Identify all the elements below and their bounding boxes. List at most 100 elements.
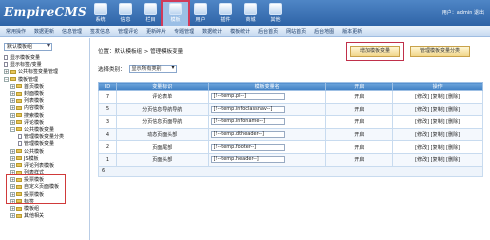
tree-item[interactable]: + 评论列表模板 [0, 162, 89, 169]
expand-icon[interactable]: + [10, 98, 15, 104]
tree-item[interactable]: + JS模板 [0, 155, 89, 162]
tree-item[interactable]: + 其他相关 [0, 212, 89, 219]
tree-item-label: 模板组 [24, 206, 40, 213]
cell-ops[interactable]: [修改] [复制] [删除] [392, 90, 483, 104]
folder-icon [16, 113, 22, 118]
tree-item[interactable]: + 评论模板 [0, 119, 89, 126]
tree-item[interactable]: + 内容模板 [0, 104, 89, 111]
subnav-item[interactable]: 签发信息 [90, 28, 110, 35]
tree-item[interactable]: 管理模板变量 [0, 140, 89, 147]
tree-item[interactable]: + 公共模板 [0, 147, 89, 155]
tree-item-label: 首页模板 [24, 83, 45, 90]
topnav-item[interactable]: 商城 [238, 2, 263, 26]
table-row: 5 分页信息导航导航 [!--temp.infoclassnav--] 开启 [修改] … [98, 102, 483, 117]
cell-enabled: 开启 [325, 115, 394, 129]
subnav-item[interactable]: 后台首页 [258, 28, 278, 35]
cell-var: [!--temp.header--] [207, 152, 327, 167]
topnav-item[interactable]: 用户 [188, 2, 213, 26]
user-info: 用户：admin 退出 [441, 10, 484, 16]
topnav-item[interactable]: 其他 [263, 2, 288, 26]
tree-item[interactable]: + 封面模板 [0, 90, 89, 97]
cell-var: [!--temp.infoname--] [207, 115, 327, 129]
subnav-item[interactable]: 常用操作 [6, 28, 26, 35]
topnav-item[interactable]: 模板 [161, 0, 190, 28]
tree-item[interactable]: + 列表模板 [0, 97, 89, 104]
cell-ops[interactable]: [修改] [复制] [删除] [392, 152, 483, 167]
var-name-field[interactable]: [!--temp.footer--] [210, 143, 285, 151]
cell-name: 页面尾部 [115, 140, 209, 154]
tree-item-label: 管理模板变量 [24, 141, 55, 148]
tree-item[interactable]: 管理模板变量分类 [0, 133, 89, 140]
cell-ops[interactable]: [修改] [复制] [删除] [392, 102, 483, 117]
expand-icon[interactable]: + [10, 119, 15, 125]
add-variable-button[interactable]: 增加模板变量 [350, 46, 400, 57]
tree-item[interactable]: 显示模板变量 [0, 54, 89, 61]
col-enabled: 开启 [325, 82, 394, 91]
nav-label: 商城 [245, 17, 256, 23]
manage-category-button[interactable]: 管理模板变量分类 [410, 46, 470, 57]
cell-id: 1 [98, 152, 117, 167]
var-name-field[interactable]: [!--temp.pl--] [210, 93, 285, 101]
subnav-item[interactable]: 数据统计 [202, 28, 222, 35]
var-name-field[interactable]: [!--temp.header--] [210, 156, 285, 164]
cell-var: [!--temp.infoclassnav--] [207, 102, 327, 117]
tree-item-label: 公共模板 [24, 148, 45, 155]
expand-icon[interactable]: + [10, 155, 15, 161]
tree-item[interactable]: + 模板组 [0, 205, 89, 212]
expand-icon[interactable]: + [4, 69, 9, 75]
tree-item[interactable]: + 公共标签变量管理 [0, 68, 89, 75]
nav-label: 插件 [220, 17, 231, 23]
tree-item-label: JS模板 [24, 155, 39, 162]
subnav-item[interactable]: 信息管理 [62, 28, 82, 35]
expand-icon[interactable]: + [10, 148, 15, 154]
topnav-item[interactable]: 栏目 [138, 2, 163, 26]
subnav-item[interactable]: 后台地图 [314, 28, 334, 35]
expand-icon[interactable]: + [10, 83, 15, 89]
expand-icon[interactable]: + [10, 162, 15, 168]
collapse-icon[interactable]: − [4, 76, 9, 82]
expand-icon[interactable]: + [10, 91, 15, 97]
expand-icon[interactable]: + [10, 112, 15, 118]
expand-icon[interactable]: + [10, 206, 15, 212]
top-header: EmpireCMS 系统 信息 栏目 模板 用户 插件 商城 其他 用户：admin 退出 [0, 0, 490, 28]
tree-item[interactable]: + 搜索模板 [0, 112, 89, 119]
cell-ops[interactable]: [修改] [复制] [删除] [392, 127, 483, 142]
var-name-field[interactable]: [!--temp.infoclassnav--] [210, 105, 285, 113]
subnav-item[interactable]: 模板统计 [230, 28, 250, 35]
topnav-item[interactable]: 插件 [213, 2, 238, 26]
tree-item[interactable]: − 公共模板变量 [0, 126, 89, 133]
category-select[interactable]: 显示所有类别 [128, 65, 177, 73]
folder-icon [16, 105, 22, 110]
template-group-select[interactable]: 默认模板组 [4, 43, 52, 51]
var-name-field[interactable]: [!--temp.infoname--] [210, 118, 285, 126]
expand-icon[interactable]: + [10, 213, 15, 219]
tree-item-label: 管理模板变量分类 [24, 134, 65, 141]
topnav-item[interactable]: 信息 [113, 2, 138, 26]
cell-ops[interactable]: [修改] [复制] [删除] [392, 115, 483, 129]
table-row: 3 分页信息页面导航 [!--temp.infoname--] 开启 [修改] [复制]… [98, 115, 483, 129]
tree-item-label: 显示模板变量 [10, 55, 41, 62]
topnav-item[interactable]: 系统 [88, 2, 113, 26]
col-name: 变量标识 [115, 82, 209, 91]
cell-ops[interactable]: [修改] [复制] [删除] [392, 140, 483, 154]
subnav-item[interactable]: 数据更新 [34, 28, 54, 35]
collapse-icon[interactable]: − [10, 126, 15, 132]
subnav-item[interactable]: 更新碎片 [146, 28, 166, 35]
expand-icon[interactable]: + [10, 105, 15, 111]
document-icon [18, 134, 22, 140]
tree-item[interactable]: + 首页模板 [0, 83, 89, 90]
subnav-item[interactable]: 管理评论 [118, 28, 138, 35]
tree-item[interactable]: 显示标签/变量 [0, 61, 89, 68]
cell-var: [!--temp.footer--] [207, 140, 327, 154]
var-name-field[interactable]: [!--temp.dtheader--] [210, 131, 285, 139]
subnav-item[interactable]: 网站首页 [286, 28, 306, 35]
document-icon [18, 141, 22, 147]
subnav-item[interactable]: 专题管理 [174, 28, 194, 35]
tree-item-label: 内容模板 [24, 105, 45, 112]
selection-highlight [6, 174, 66, 204]
folder-icon [16, 98, 22, 103]
nav-icon [194, 3, 207, 15]
tree-item[interactable]: − 模板管理 [0, 76, 89, 83]
document-icon [4, 62, 8, 68]
subnav-item[interactable]: 版本更新 [342, 28, 362, 35]
